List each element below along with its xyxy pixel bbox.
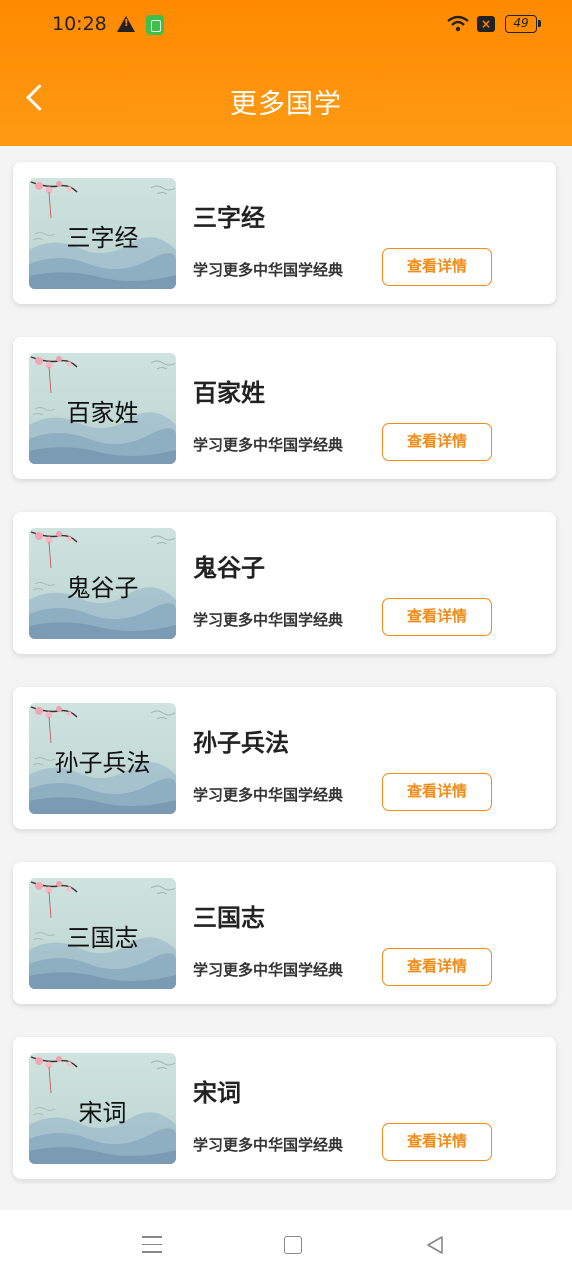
item-title: 百家姓 bbox=[193, 379, 265, 407]
back-nav-icon[interactable] bbox=[424, 1234, 446, 1256]
app-badge-icon bbox=[146, 15, 164, 35]
page-title: 更多国学 bbox=[230, 89, 342, 120]
cover-image: 三字经 bbox=[29, 178, 176, 289]
item-description: 学习更多中华国学经典 bbox=[193, 261, 344, 279]
item-description: 学习更多中华国学经典 bbox=[193, 786, 344, 804]
list-item[interactable]: 三国志 三国志 学习更多中华国学经典 查看详情 bbox=[13, 862, 556, 1004]
cover-title: 孙子兵法 bbox=[54, 749, 151, 777]
list-item[interactable]: 孙子兵法 孙子兵法 学习更多中华国学经典 查看详情 bbox=[13, 687, 556, 829]
cover-title: 三国志 bbox=[66, 924, 139, 952]
cover-image: 三国志 bbox=[29, 878, 176, 989]
item-title: 鬼谷子 bbox=[193, 554, 265, 582]
view-details-button[interactable]: 查看详情 bbox=[382, 773, 492, 811]
app-header: 10:28 × 49 更多国学 bbox=[0, 0, 572, 146]
item-description: 学习更多中华国学经典 bbox=[193, 436, 344, 454]
cover-title: 鬼谷子 bbox=[66, 574, 139, 602]
status-bar: 10:28 × 49 bbox=[0, 0, 572, 50]
wifi-icon bbox=[447, 15, 469, 32]
battery-icon: 49 bbox=[505, 15, 541, 33]
cover-title: 宋词 bbox=[78, 1099, 127, 1127]
item-title: 孙子兵法 bbox=[193, 729, 289, 757]
view-details-button[interactable]: 查看详情 bbox=[382, 1123, 492, 1161]
list-item[interactable]: 鬼谷子 鬼谷子 学习更多中华国学经典 查看详情 bbox=[13, 512, 556, 654]
item-description: 学习更多中华国学经典 bbox=[193, 961, 344, 979]
battery-level: 49 bbox=[513, 16, 529, 30]
list-item[interactable]: 百家姓 百家姓 学习更多中华国学经典 查看详情 bbox=[13, 337, 556, 479]
item-description: 学习更多中华国学经典 bbox=[193, 1136, 344, 1154]
close-box-icon: × bbox=[477, 16, 495, 32]
view-details-button[interactable]: 查看详情 bbox=[382, 248, 492, 286]
menu-icon[interactable] bbox=[142, 1236, 162, 1254]
view-details-button[interactable]: 查看详情 bbox=[382, 598, 492, 636]
item-description: 学习更多中华国学经典 bbox=[193, 611, 344, 629]
cover-image: 孙子兵法 bbox=[29, 703, 176, 814]
item-title: 宋词 bbox=[193, 1079, 241, 1107]
cover-image: 百家姓 bbox=[29, 353, 176, 464]
item-title: 三字经 bbox=[193, 204, 265, 232]
view-details-button[interactable]: 查看详情 bbox=[382, 948, 492, 986]
list-item[interactable]: 宋词 宋词 学习更多中华国学经典 查看详情 bbox=[13, 1037, 556, 1179]
cover-title: 百家姓 bbox=[66, 399, 139, 427]
warning-icon bbox=[117, 16, 135, 32]
cover-image: 鬼谷子 bbox=[29, 528, 176, 639]
status-time: 10:28 bbox=[52, 13, 107, 35]
home-icon[interactable] bbox=[284, 1236, 302, 1254]
item-title: 三国志 bbox=[193, 904, 265, 932]
view-details-button[interactable]: 查看详情 bbox=[382, 423, 492, 461]
cover-title: 三字经 bbox=[66, 224, 139, 252]
cover-image: 宋词 bbox=[29, 1053, 176, 1164]
list-item[interactable]: 三字经 三字经 学习更多中华国学经典 查看详情 bbox=[13, 162, 556, 304]
